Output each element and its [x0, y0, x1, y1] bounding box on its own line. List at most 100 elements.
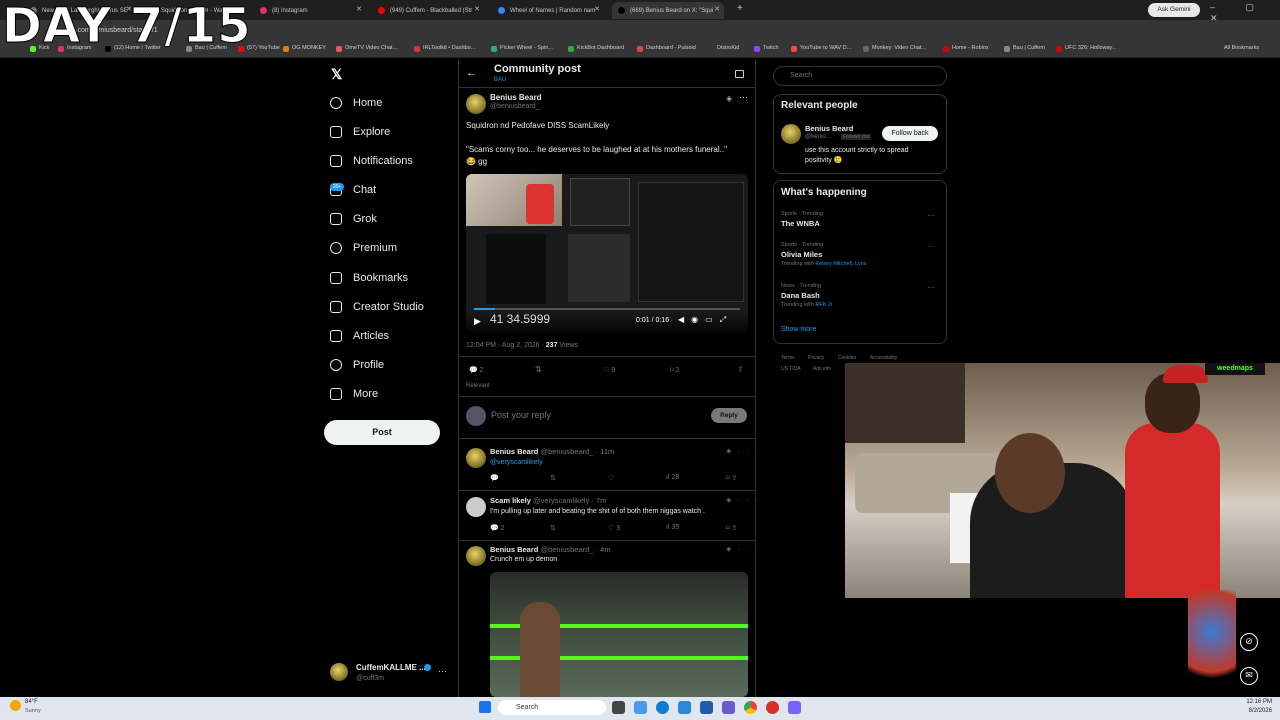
task-view-icon[interactable] — [612, 701, 625, 714]
sort-dropdown[interactable]: Relevant — [466, 383, 490, 389]
reply-header[interactable]: Scam likely @veryscamlikely · 7m — [490, 496, 606, 505]
app-icon[interactable] — [722, 701, 735, 714]
bookmark-count[interactable]: ⌑ 2 — [670, 366, 679, 374]
footer-link[interactable]: US TIDA — [781, 366, 801, 372]
reply-more-icon[interactable]: ◈··· — [726, 496, 762, 504]
browser-tab[interactable]: (8) Instagram ✕ — [254, 2, 366, 19]
edge-icon[interactable] — [656, 701, 669, 714]
footer-link[interactable]: Ads info — [813, 366, 831, 372]
nav-item-profile[interactable]: Profile — [330, 359, 384, 371]
trend-item[interactable]: Sports · Trending Olivia Miles Trending wi… — [781, 242, 941, 267]
reply-header[interactable]: Benius Beard @beniusbeard_ · 11m — [490, 447, 614, 456]
reply-more-icon[interactable]: ◈··· — [726, 545, 762, 553]
reply-header[interactable]: Benius Beard @beniusbeard_ · 4m — [490, 545, 611, 554]
play-icon[interactable]: ▶ — [474, 316, 481, 327]
bookmark-item[interactable]: OG MONKEY — [283, 45, 326, 52]
community-icon[interactable] — [735, 70, 744, 78]
bookmark-item[interactable]: Picker Wheel - Spin... — [491, 45, 553, 52]
video-progress-track[interactable] — [474, 308, 740, 310]
photos-icon[interactable] — [634, 701, 647, 714]
clock-date[interactable]: 8/2/2026 — [1240, 708, 1272, 714]
video-control-icons[interactable]: ◀◉▭⤢ — [678, 315, 733, 325]
post-author-handle[interactable]: @beniusbeard_ — [490, 103, 540, 110]
trend-more-icon[interactable]: ··· — [927, 242, 935, 251]
nav-item-notifications[interactable]: Notifications — [330, 155, 413, 167]
post-video[interactable]: ▶ 41 34.5999 0:01 / 0:16 ◀◉▭⤢ — [466, 174, 748, 332]
bookmark-item[interactable]: Twitch — [754, 45, 779, 52]
back-arrow-icon[interactable]: ← — [466, 67, 477, 79]
account-name[interactable]: CuffemKALLME ... — [356, 663, 426, 672]
nav-item-premium[interactable]: Premium — [330, 242, 397, 254]
x-logo-icon[interactable]: 𝕏 — [331, 66, 342, 83]
show-more-link[interactable]: Show more — [781, 326, 816, 333]
discord-icon[interactable] — [788, 701, 801, 714]
chrome-icon[interactable] — [744, 701, 757, 714]
nav-item-bookmarks[interactable]: Bookmarks — [330, 272, 408, 284]
tab-close-icon[interactable]: ✕ — [714, 5, 720, 13]
reply-input[interactable]: Post your reply — [491, 410, 551, 420]
post-author-avatar[interactable] — [466, 94, 486, 114]
trend-item[interactable]: News · Trending Dana Bash Trending with RF… — [781, 283, 941, 308]
clock-time[interactable]: 12:16 PM — [1240, 699, 1272, 705]
ask-gemini-button[interactable]: Ask Gemini — [1148, 3, 1200, 17]
bookmark-item[interactable]: UFC 326: Holloway... — [1056, 45, 1117, 52]
reply-text[interactable]: @veryscamlikely — [490, 459, 543, 466]
account-more-icon[interactable]: ··· — [438, 666, 447, 676]
store-icon[interactable] — [678, 701, 691, 714]
community-name[interactable]: BAU — [494, 77, 506, 83]
mail-icon[interactable] — [700, 701, 713, 714]
grok-icon[interactable]: ◈ — [726, 94, 732, 103]
bookmark-item[interactable]: Monkey: Video Chat... — [863, 45, 926, 52]
bookmark-item[interactable]: Home - Roblox — [943, 45, 989, 52]
all-bookmarks-button[interactable]: All Bookmarks — [1224, 45, 1259, 51]
reply-author-avatar[interactable] — [466, 497, 486, 517]
nav-item-grok[interactable]: Grok — [330, 213, 377, 225]
reply-video[interactable] — [490, 572, 748, 697]
footer-link[interactable]: Accessibility — [870, 355, 897, 361]
bookmark-item[interactable]: Dashboard - Pulsoid — [637, 45, 696, 52]
messages-float-icon[interactable]: ✉ — [1240, 667, 1258, 685]
footer-link[interactable]: Cookies — [838, 355, 856, 361]
account-avatar[interactable] — [330, 663, 348, 681]
browser-tab[interactable]: (669) Benius Beard on X: "Squi ✕ — [612, 2, 724, 19]
search-input[interactable]: Search — [773, 66, 947, 86]
nav-item-home[interactable]: Home — [330, 97, 382, 109]
repost-icon[interactable]: ⇅ — [535, 365, 542, 374]
post-author-name[interactable]: Benius Beard — [490, 93, 542, 102]
bookmark-item[interactable]: IRLToolkit • Dashbo... — [414, 45, 475, 52]
trend-more-icon[interactable]: ··· — [927, 283, 935, 292]
tab-close-icon[interactable]: ✕ — [474, 5, 480, 13]
reply-author-avatar[interactable] — [466, 448, 486, 468]
footer-link[interactable]: Terms — [781, 355, 795, 361]
nav-item-creator-studio[interactable]: Creator Studio — [330, 301, 424, 313]
relevant-name[interactable]: Benius Beard — [805, 124, 853, 133]
bookmark-item[interactable]: KickBot Dashboard — [568, 45, 624, 52]
trend-item[interactable]: Sports · Trending The WNBA ··· — [781, 211, 941, 228]
post-more-icon[interactable]: ··· — [739, 92, 748, 102]
post-button[interactable]: Post — [324, 420, 440, 445]
start-icon[interactable] — [479, 701, 491, 713]
browser-tab[interactable]: Wheel of Names | Random nam ✕ — [492, 2, 604, 19]
nav-item-explore[interactable]: Explore — [330, 126, 390, 138]
reply-button[interactable]: Reply — [711, 408, 747, 423]
app-icon-red[interactable] — [766, 701, 779, 714]
bookmark-item[interactable]: Bau | Cuffem — [1004, 45, 1045, 52]
relevant-avatar[interactable] — [781, 124, 801, 144]
footer-link[interactable]: Privacy — [808, 355, 824, 361]
bookmark-item[interactable]: DistroKid — [708, 45, 739, 52]
new-tab-icon[interactable]: + — [737, 3, 743, 14]
nav-item-articles[interactable]: Articles — [330, 330, 389, 342]
share-icon[interactable]: ⇪ — [737, 365, 744, 374]
tab-close-icon[interactable]: ✕ — [594, 5, 600, 13]
reply-count[interactable]: 💬 2 — [469, 366, 484, 374]
reply-more-icon[interactable]: ◈··· — [726, 447, 762, 455]
weather-temp[interactable]: 84°F — [25, 699, 38, 705]
reply-author-avatar[interactable] — [466, 546, 486, 566]
browser-tab[interactable]: (949) Cuffem - Blackballed (Str ✕ — [372, 2, 484, 19]
grok-float-icon[interactable]: ⊘ — [1240, 633, 1258, 651]
nav-item-more[interactable]: More — [330, 388, 378, 400]
follow-back-button[interactable]: Follow back — [882, 126, 938, 141]
bookmark-item[interactable]: OmeTV Video Chat... — [336, 45, 397, 52]
taskbar-search[interactable]: Search — [498, 700, 606, 715]
bookmark-item[interactable]: YouTube to WAV D... — [791, 45, 851, 52]
